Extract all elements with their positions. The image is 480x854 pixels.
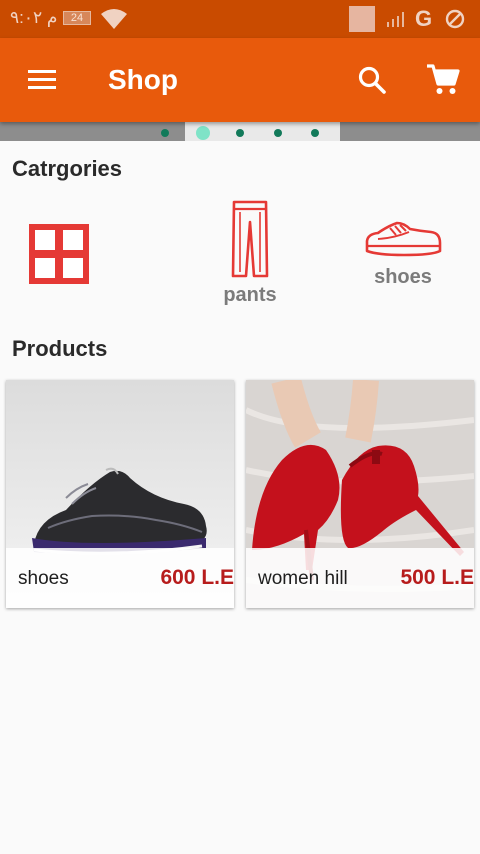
app-bar: Shop: [0, 38, 480, 122]
carousel-dot[interactable]: [274, 129, 282, 137]
product-card-women-hill[interactable]: women hill 500 L.E: [246, 380, 474, 608]
pants-icon: [231, 200, 269, 278]
search-icon[interactable]: [357, 65, 387, 95]
product-name: women hill: [258, 568, 348, 589]
page-title: Shop: [108, 64, 178, 95]
carousel-dot[interactable]: [311, 129, 319, 137]
menu-icon[interactable]: [28, 70, 56, 90]
status-bar: م ٩:٠٢ 24 G: [0, 0, 480, 38]
carousel-dot[interactable]: [161, 129, 169, 137]
category-item-shoes[interactable]: shoes: [333, 195, 473, 305]
category-label-pants: pants: [223, 284, 277, 306]
signal-icon: [387, 12, 404, 27]
category-label-shoes: shoes: [374, 266, 432, 288]
carousel-dot-active[interactable]: [196, 126, 210, 140]
products-title: Products: [12, 336, 108, 361]
battery-icon: 24: [63, 11, 91, 25]
do-not-disturb-icon: [445, 9, 465, 29]
shoe-icon: [365, 221, 442, 257]
banner-carousel[interactable]: [0, 122, 480, 141]
category-item-all[interactable]: [0, 195, 129, 305]
network-type: G: [415, 6, 433, 31]
status-time: م ٩:٠٢: [10, 8, 58, 27]
product-info: shoes 600 L.E: [6, 548, 234, 608]
categories-title: Catrgories: [12, 156, 123, 181]
category-item-pants[interactable]: pants: [180, 195, 320, 306]
wifi-icon: [101, 9, 127, 29]
product-price: 500 L.E: [400, 566, 474, 589]
product-price: 600 L.E: [160, 566, 234, 589]
carousel-dot[interactable]: [236, 129, 244, 137]
product-card-shoes[interactable]: shoes 600 L.E: [6, 380, 234, 608]
product-name: shoes: [18, 568, 69, 589]
product-info: women hill 500 L.E: [246, 548, 474, 608]
notification-icon: [349, 6, 375, 32]
cart-icon[interactable]: [426, 64, 460, 96]
grid-icon: [29, 224, 89, 284]
